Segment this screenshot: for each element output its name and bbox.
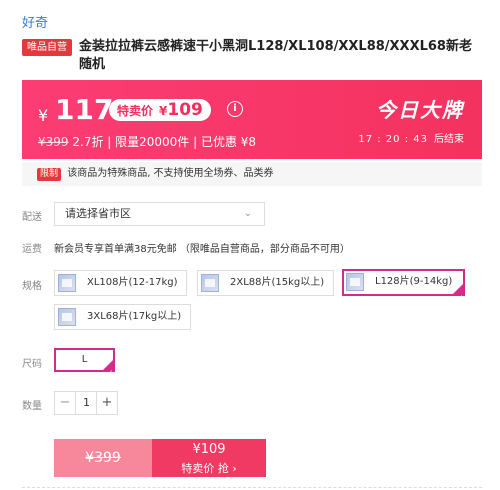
quantity-input[interactable]: 1 bbox=[76, 392, 97, 414]
quantity-label: 数量 bbox=[22, 401, 42, 412]
spec-option-l128[interactable]: L128片(9-14kg) bbox=[342, 269, 465, 309]
quantity-increase-button[interactable]: + bbox=[96, 392, 117, 414]
spec-option-label: 3XL68片(17kg以上) bbox=[87, 311, 182, 322]
special-price-label: 特卖价 bbox=[117, 104, 154, 118]
size-option-label: L bbox=[81, 354, 88, 365]
restriction-text: 该商品为特殊商品, 不支持使用全场券、品类券 bbox=[67, 168, 274, 179]
original-price-button[interactable]: ¥399 bbox=[54, 439, 152, 477]
info-icon[interactable]: i bbox=[227, 101, 243, 117]
special-price-value: 109 bbox=[167, 100, 203, 120]
price-banner: ¥ 117 特卖价 ¥109 i ¥399 2.7折 | 限量20000件 | 已… bbox=[22, 80, 482, 159]
region-select-placeholder: 请选择省市区 bbox=[65, 207, 131, 220]
spec-option-label: XL108片(12-17kg) bbox=[87, 277, 178, 288]
size-label: 尺码 bbox=[22, 359, 42, 370]
restriction-tag: 限制 bbox=[37, 167, 62, 181]
buy-price: ¥109 bbox=[192, 442, 226, 457]
product-thumbnail bbox=[58, 274, 76, 292]
product-thumbnail bbox=[346, 273, 364, 291]
self-operated-badge: 唯品自营 bbox=[22, 39, 72, 56]
spec-option-label: L128片(9-14kg) bbox=[375, 276, 453, 287]
shipping-label: 运费 bbox=[22, 244, 42, 255]
restriction-notice: 限制 该商品为特殊商品, 不支持使用全场券、品类券 bbox=[22, 162, 482, 186]
spec-option-xl108[interactable]: XL108片(12-17kg) bbox=[54, 270, 187, 296]
selected-check-icon bbox=[453, 284, 463, 309]
price-currency: ¥ bbox=[38, 106, 49, 125]
quantity-decrease-button[interactable]: − bbox=[55, 392, 76, 414]
brand-day-title: 今日大牌 bbox=[376, 98, 464, 122]
quantity-stepper: − 1 + bbox=[54, 391, 118, 415]
discount-info: 2.7折 | 限量20000件 | 已优惠 ¥8 bbox=[72, 135, 257, 149]
buy-original-price: ¥399 bbox=[85, 450, 121, 466]
spec-option-label: 2XL88片(15kg以上) bbox=[230, 277, 325, 288]
divider bbox=[22, 487, 482, 488]
brand-name[interactable]: 好奇 bbox=[22, 12, 48, 31]
size-option-l[interactable]: L bbox=[54, 348, 115, 383]
countdown: 17 : 20 : 43 后结束 bbox=[358, 130, 464, 145]
original-price: ¥399 bbox=[38, 135, 69, 149]
buy-now-button[interactable]: ¥109 特卖价 抢 › bbox=[152, 439, 266, 477]
delivery-label: 配送 bbox=[22, 212, 42, 223]
countdown-suffix: 后结束 bbox=[434, 134, 464, 145]
spec-label: 规格 bbox=[22, 281, 42, 292]
special-price-tag: 特卖价 ¥109 bbox=[109, 99, 211, 121]
chevron-down-icon: ⌄ bbox=[243, 208, 252, 219]
current-price: 117 bbox=[55, 93, 114, 126]
region-select[interactable]: 请选择省市区 ⌄ bbox=[54, 202, 265, 226]
price-subtext: ¥399 2.7折 | 限量20000件 | 已优惠 ¥8 bbox=[38, 133, 256, 150]
shipping-info: 新会员专享首单满38元免邮 （限唯品自营商品，部分商品不可用） bbox=[54, 244, 350, 255]
buy-label: 特卖价 抢 › bbox=[181, 462, 237, 475]
spec-option-3xl68[interactable]: 3XL68片(17kg以上) bbox=[54, 304, 191, 330]
product-thumbnail bbox=[58, 308, 76, 326]
selected-check-icon bbox=[103, 360, 113, 383]
product-thumbnail bbox=[201, 274, 219, 292]
spec-option-2xl88[interactable]: 2XL88片(15kg以上) bbox=[197, 270, 334, 296]
product-title: 金装拉拉裤云感裤速干小黑洞L128/XL108/XXL88/XXXL68新老随机 bbox=[79, 39, 472, 72]
countdown-time: 17 : 20 : 43 bbox=[358, 134, 428, 145]
